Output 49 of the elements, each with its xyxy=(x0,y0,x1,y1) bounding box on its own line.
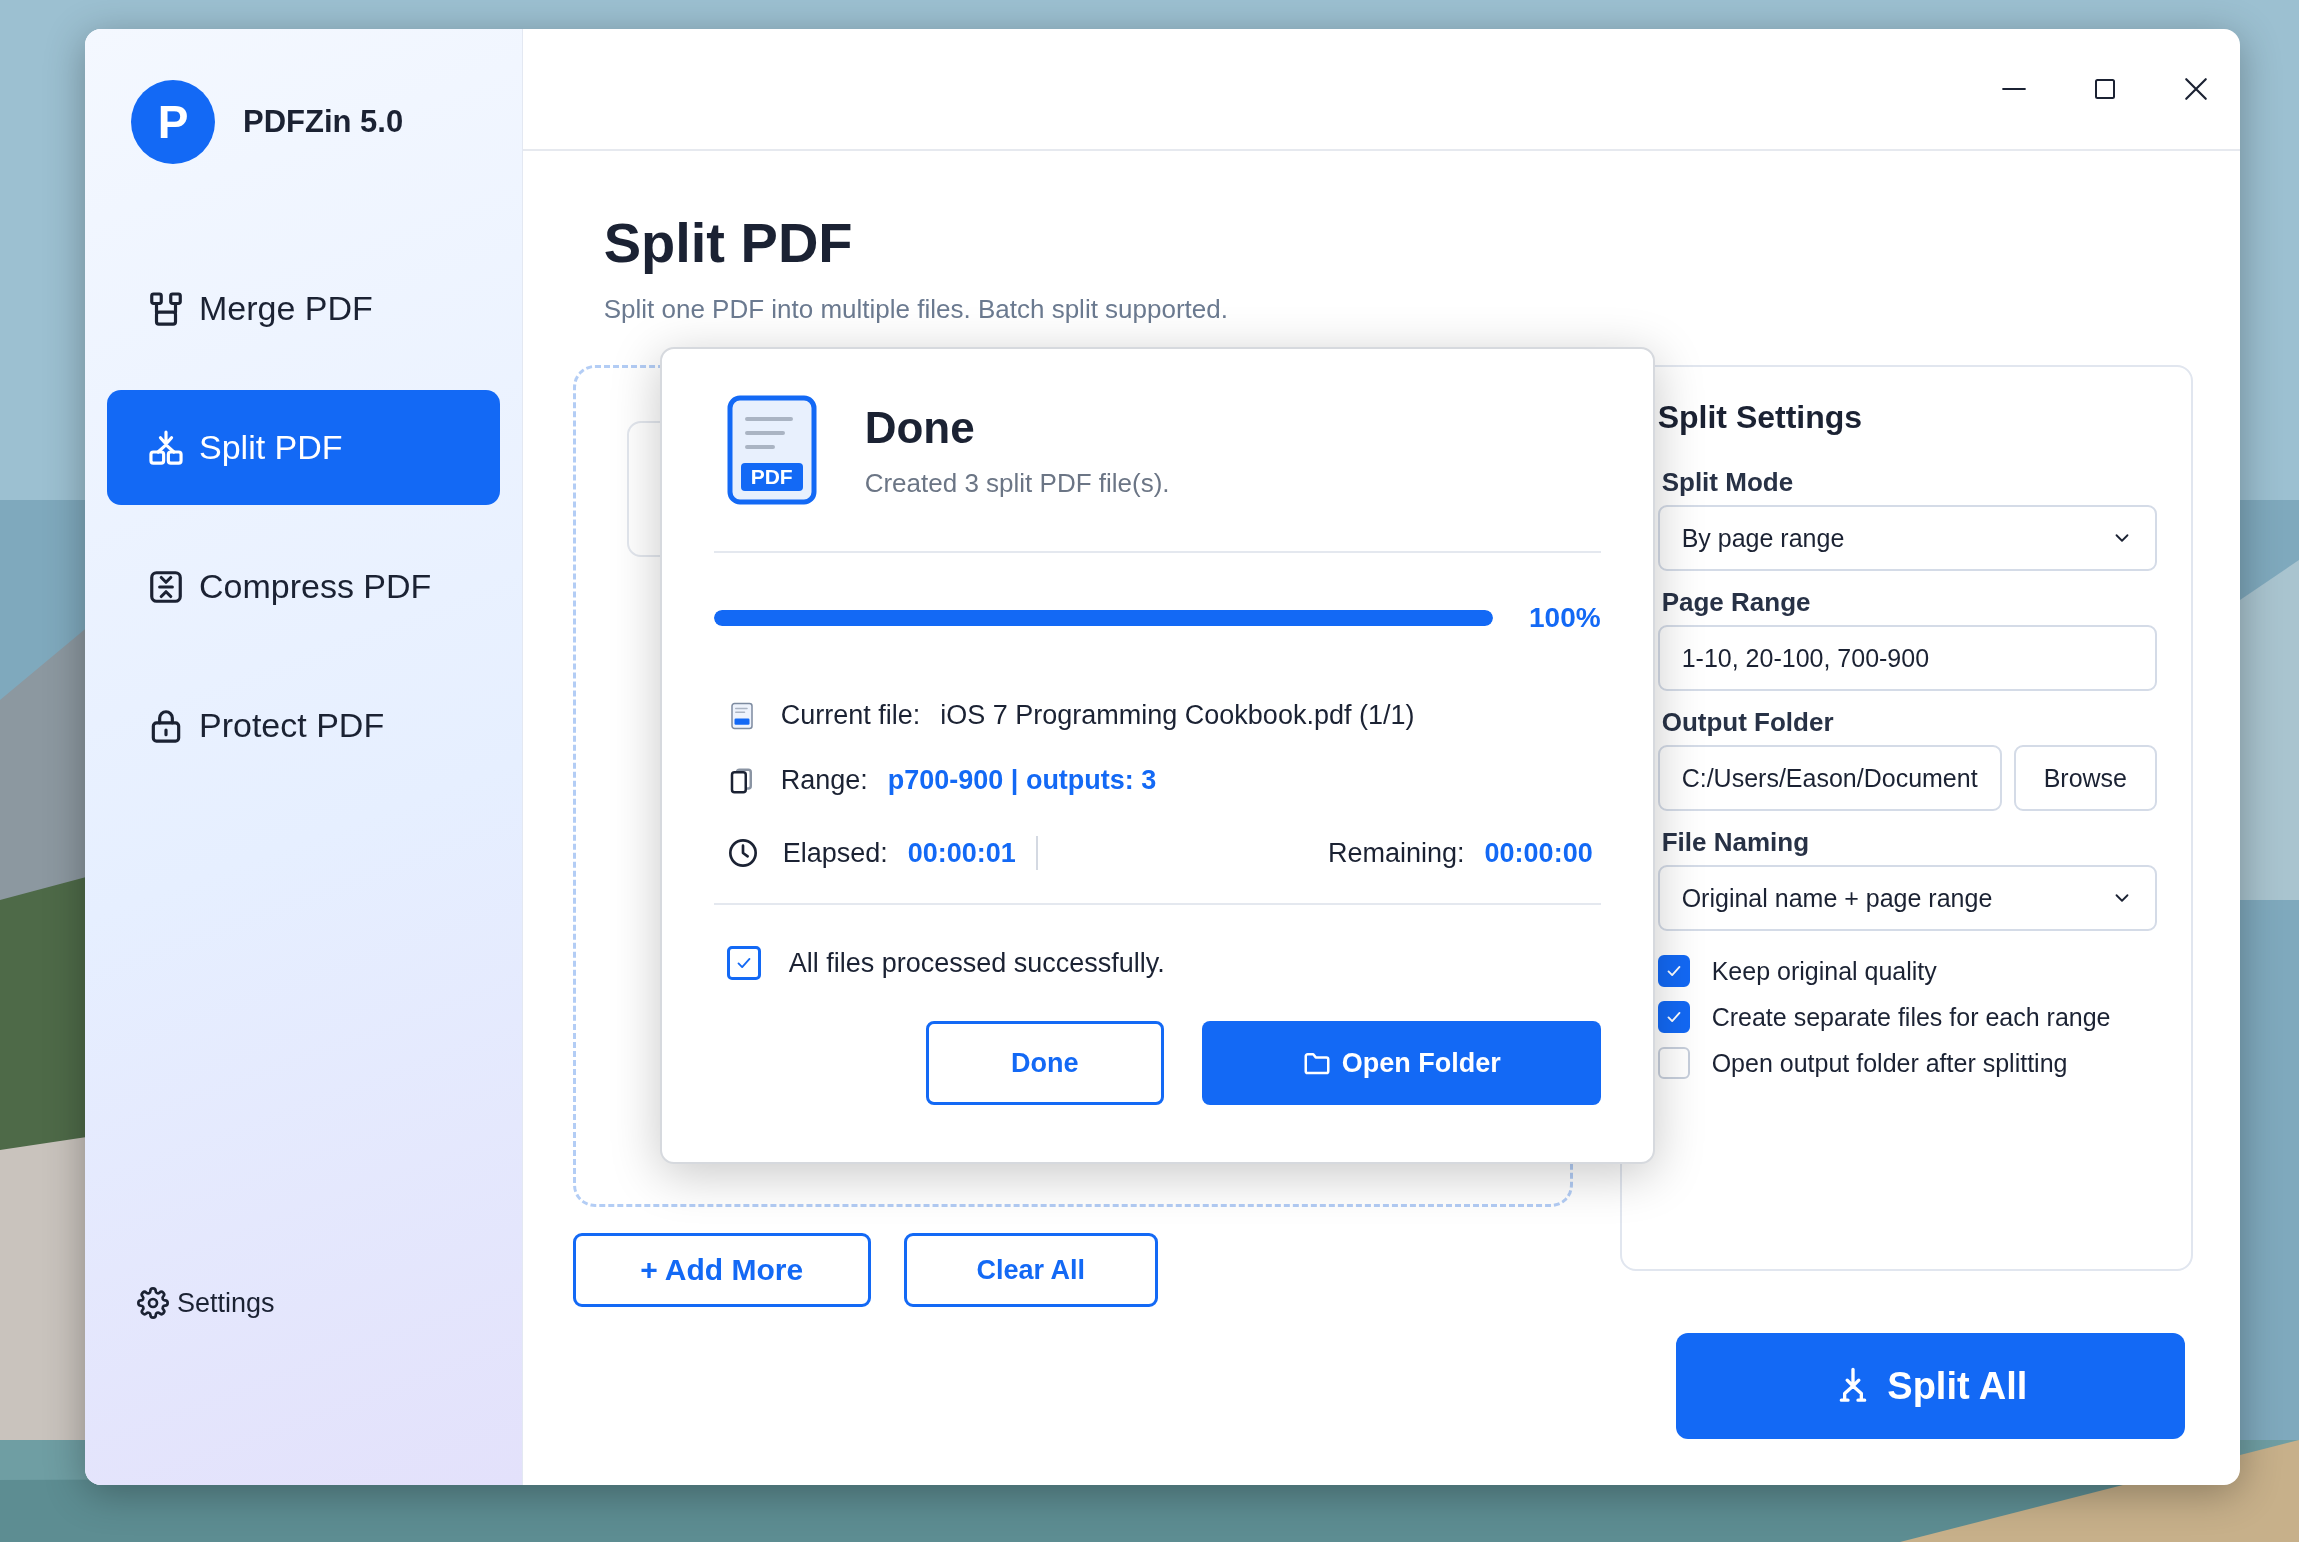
detail-label: Range: xyxy=(780,765,868,796)
nav-item[interactable]: Merge PDF xyxy=(107,251,500,366)
timing-value: 00:00:01 xyxy=(907,837,1016,869)
timing-label: Elapsed: xyxy=(782,837,888,869)
field-label: Output Folder xyxy=(1661,706,1835,738)
settings-icon xyxy=(137,1287,169,1319)
option-label: Create separate files for each range xyxy=(1711,1002,2111,1032)
dropdown[interactable]: By page range xyxy=(1657,505,2157,571)
page-title: Split PDF xyxy=(603,210,854,276)
close-icon[interactable] xyxy=(2183,76,2209,102)
status-text: All files processed successfully. xyxy=(788,947,1165,979)
app-name: PDFZin 5.0 xyxy=(243,104,404,140)
input-field[interactable]: 1-10, 20-100, 700-900 xyxy=(1657,625,2157,691)
checkbox[interactable] xyxy=(1657,1001,1690,1033)
detail-value: p700-900 | outputs: 3 xyxy=(887,765,1157,796)
app-logo: P xyxy=(131,80,215,164)
nav-item[interactable]: Compress PDF xyxy=(107,529,500,644)
pdf-file-icon xyxy=(726,395,817,505)
split-all-button[interactable]: Split All xyxy=(1675,1333,2185,1439)
page-subtitle: Split one PDF into multiple files. Batch split supported. xyxy=(603,293,1229,325)
input-field[interactable]: C:/Users/Eason/Document xyxy=(1657,745,2002,811)
clear-all-button[interactable]: Clear All xyxy=(903,1233,1158,1307)
icon-label: PDF xyxy=(749,464,794,490)
progress-reading: 100% xyxy=(1529,602,1601,634)
field-label: Split Mode xyxy=(1661,466,1795,498)
settings-link[interactable]: Settings xyxy=(107,1287,275,1319)
panel-title: Split Settings xyxy=(1657,398,1864,437)
maximize-icon[interactable] xyxy=(2093,77,2117,101)
dialog-message: Created 3 split PDF file(s). xyxy=(864,467,1170,499)
detail-label: Current file: xyxy=(780,700,921,731)
option-label: Keep original quality xyxy=(1711,956,1937,986)
checkbox[interactable] xyxy=(1657,955,1690,987)
browse-button[interactable]: Browse xyxy=(2013,745,2157,811)
merge-icon xyxy=(147,289,185,328)
detail-value: iOS 7 Programming Cookbook.pdf (1/1) xyxy=(940,700,1415,731)
nav-item[interactable]: Split PDF xyxy=(107,390,500,505)
nav-item[interactable]: Protect PDF xyxy=(107,668,500,783)
timing-label: Remaining: xyxy=(1328,837,1465,869)
timing-value: 00:00:00 xyxy=(1484,837,1593,869)
dialog-title: Done xyxy=(864,401,976,454)
add-more-button[interactable]: + Add More xyxy=(572,1233,871,1307)
field-label: File Naming xyxy=(1661,826,1811,858)
split-icon xyxy=(147,428,185,467)
open-folder-button[interactable]: Open Folder xyxy=(1201,1021,1601,1105)
option-label: Open output folder after splitting xyxy=(1711,1048,2068,1078)
dropdown[interactable]: Original name + page range xyxy=(1657,865,2157,931)
field-label: Page Range xyxy=(1661,586,1812,618)
done-button[interactable]: Done xyxy=(925,1021,1164,1105)
clock-icon xyxy=(726,837,759,869)
